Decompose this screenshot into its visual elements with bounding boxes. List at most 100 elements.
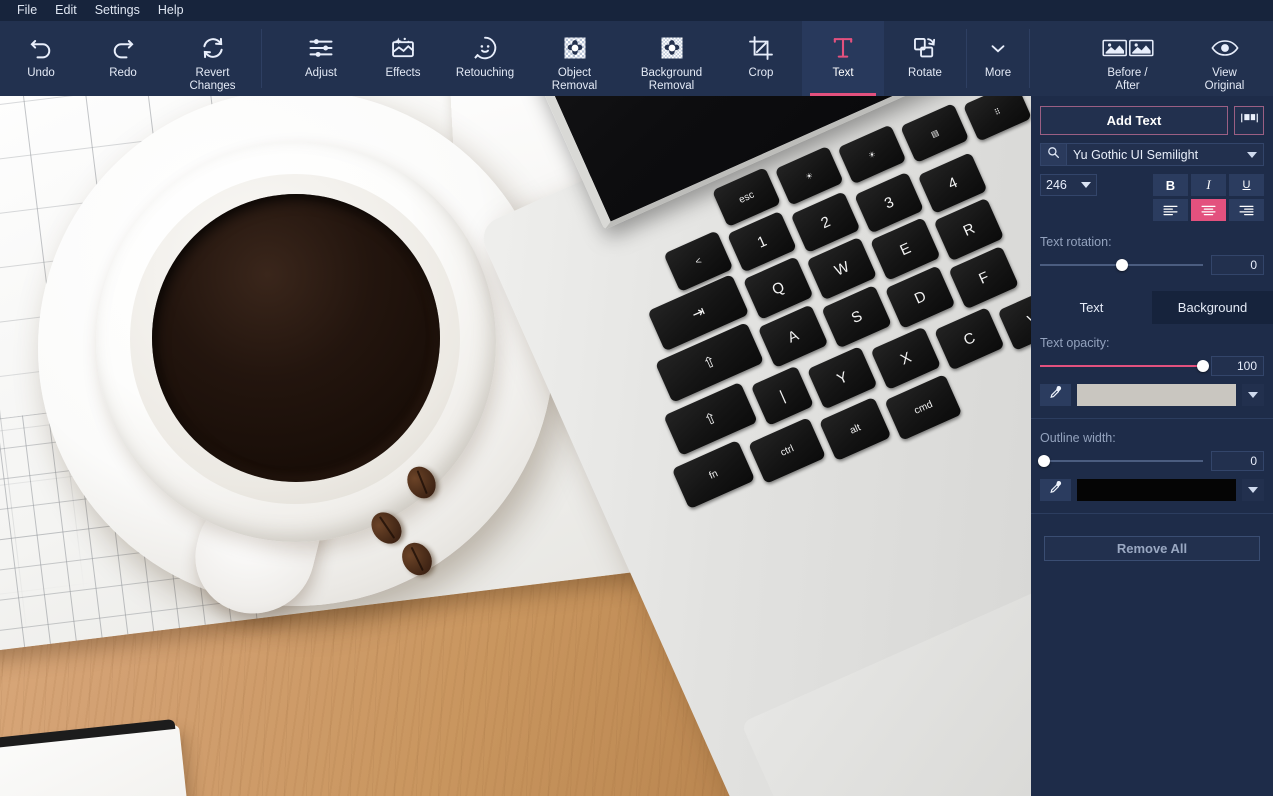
chevron-down-icon [1248,487,1258,493]
add-text-button[interactable]: Add Text [1040,106,1228,135]
toolbar-label: Undo [27,67,55,79]
menu-bar: File Edit Settings Help [0,0,1273,21]
effects-icon [389,33,417,63]
notebook-white [0,724,200,796]
slider-knob[interactable] [1038,455,1050,467]
image-editor-window: File Edit Settings Help Undo Redo Revert… [0,0,1273,796]
toolbar-button-undo[interactable]: Undo [0,21,82,96]
text-rotation-label: Text rotation: [1040,235,1112,249]
tab-background[interactable]: Background [1152,291,1273,324]
slider-fill [1040,365,1203,367]
outline-color-row [1040,479,1264,501]
editor-body: esc ☀ ☀ ▤ ⠿ < 1 2 3 4 ⇥ Q W E R ⇧ A S D … [0,96,1273,796]
menu-item-settings[interactable]: Settings [86,0,149,21]
toolbar-label: Crop [748,67,774,79]
text-style-row: B I U [1153,174,1264,196]
coffee-liquid [152,194,440,482]
eyedropper-icon [1048,480,1063,500]
text-opacity-slider[interactable] [1040,359,1209,373]
tab-text[interactable]: Text [1031,291,1152,324]
key-ctrl: ctrl [747,417,827,485]
outline-color-eyedropper-button[interactable] [1040,479,1071,501]
outline-width-value[interactable]: 0 [1211,451,1264,471]
toolbar-button-more[interactable]: More [967,21,1029,96]
font-family-select[interactable]: Yu Gothic UI Semilight [1066,143,1264,166]
toolbar-button-rotate[interactable]: Rotate [884,21,966,96]
slider-knob[interactable] [1115,259,1128,271]
object-removal-icon [561,33,589,63]
text-color-swatch[interactable] [1077,384,1236,406]
toolbar-label: View Original [1204,67,1245,92]
toolbar-divider [261,29,262,88]
sliders-icon [307,33,335,63]
toolbar-button-effects[interactable]: Effects [362,21,444,96]
image-canvas[interactable]: esc ☀ ☀ ▤ ⠿ < 1 2 3 4 ⇥ Q W E R ⇧ A S D … [0,96,1031,796]
align-left-button[interactable] [1153,199,1188,221]
font-family-value: Yu Gothic UI Semilight [1073,147,1199,162]
text-rotation-value[interactable]: 0 [1211,255,1264,275]
chevron-down-icon [1081,182,1091,188]
outline-color-swatch[interactable] [1077,479,1236,501]
toolbar-button-before-after[interactable]: Before / After [1079,21,1176,96]
menu-item-help[interactable]: Help [149,0,193,21]
key-f3: ▤ [900,103,970,164]
menu-item-edit[interactable]: Edit [46,0,86,21]
toolbar-button-adjust[interactable]: Adjust [280,21,362,96]
cup-inner-rim [130,174,460,504]
key-c: C [933,306,1005,371]
size-and-style-row: 246 B I U [1040,174,1264,221]
outline-width-slider-row: 0 [1038,451,1264,471]
coffee-cup [96,142,496,542]
text-rotation-slider[interactable] [1040,258,1203,272]
toolbar-button-view-original[interactable]: View Original [1176,21,1273,96]
bold-button[interactable]: B [1153,174,1188,196]
panel-divider [1031,513,1273,514]
toolbar-button-crop[interactable]: Crop [720,21,802,96]
panel-divider [1031,418,1273,419]
text-color-dropdown[interactable] [1242,384,1264,406]
underline-button[interactable]: U [1229,174,1264,196]
toolbar-label: Rotate [908,67,942,79]
italic-button[interactable]: I [1191,174,1226,196]
text-icon [829,33,857,63]
text-align-row [1153,199,1264,221]
before-after-icon [1101,33,1154,63]
toolbar-label: Redo [109,67,137,79]
toolbar-label: Before / After [1107,67,1148,92]
eyedropper-icon [1048,385,1063,405]
crop-icon [747,33,775,63]
menu-item-file[interactable]: File [8,0,46,21]
text-color-eyedropper-button[interactable] [1040,384,1071,406]
slider-knob[interactable] [1197,360,1209,372]
remove-all-button[interactable]: Remove All [1044,536,1260,561]
align-center-button[interactable] [1191,199,1226,221]
toolbar-button-object-removal[interactable]: Object Removal [526,21,623,96]
outline-width-label: Outline width: [1040,431,1116,445]
font-size-select[interactable]: 246 [1040,174,1097,196]
toolbar-label: Background Removal [640,67,703,92]
add-caption-button[interactable] [1234,106,1264,135]
font-search-button[interactable] [1040,143,1066,166]
revert-icon [199,33,227,63]
eye-icon [1210,33,1240,63]
background-removal-icon [658,33,686,63]
toolbar-button-revert-changes[interactable]: Revert Changes [164,21,261,96]
toolbar-button-retouching[interactable]: Retouching [444,21,526,96]
align-right-button[interactable] [1229,199,1264,221]
outline-color-dropdown[interactable] [1242,479,1264,501]
caption-icon [1240,111,1259,130]
key-backslash: | [750,365,815,427]
outline-width-slider[interactable] [1038,454,1203,468]
chevron-down-icon [1248,392,1258,398]
text-opacity-value[interactable]: 100 [1211,356,1264,376]
toolbar-label: Effects [385,67,421,79]
font-size-value: 246 [1046,178,1067,192]
text-color-row [1040,384,1264,406]
redo-icon [109,33,137,63]
toolbar-button-background-removal[interactable]: Background Removal [623,21,720,96]
chevron-down-icon [1247,151,1257,158]
toolbar-button-text[interactable]: Text [802,21,884,96]
add-text-row: Add Text [1040,106,1264,135]
toolbar-button-redo[interactable]: Redo [82,21,164,96]
